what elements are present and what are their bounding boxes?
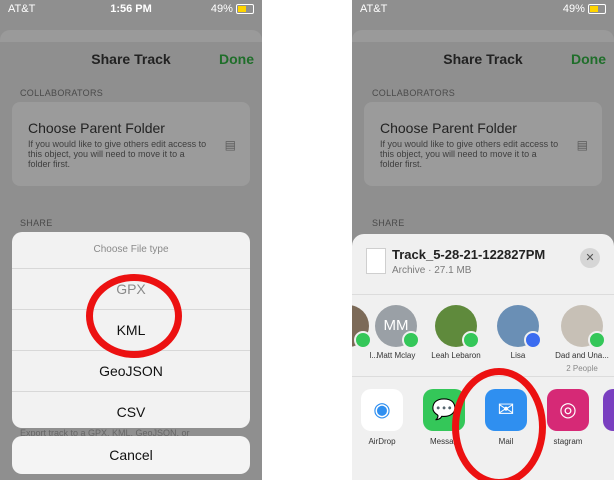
phone-right: AT&T 49% Share Track Done COLLABORATORS … xyxy=(352,0,614,480)
phone-left: AT&T 1:56 PM 49% Share Track Done COLLAB… xyxy=(0,0,262,480)
avatar-initials: MM xyxy=(383,317,409,334)
file-icon xyxy=(366,248,386,274)
person-contact[interactable]: MM Matt Mclay xyxy=(366,305,426,360)
file-subtitle: Archive · 27.1 MB xyxy=(392,265,472,276)
done-button[interactable]: Done xyxy=(571,51,606,67)
sheet-handle xyxy=(0,30,262,42)
nav-bar: Share Track Done xyxy=(352,42,614,78)
app-instagram[interactable]: ◎ stagram xyxy=(542,389,594,446)
avatar xyxy=(497,305,542,349)
app-label: O xyxy=(598,437,614,446)
file-name: Track_5-28-21-122827PM xyxy=(392,247,546,262)
people-row: l... MM Matt Mclay Leah Lebaron Lisa Dad… xyxy=(352,294,614,377)
avatar xyxy=(561,305,606,349)
person-subtitle: 2 People xyxy=(566,364,598,373)
app-icon xyxy=(603,389,614,431)
battery-indicator: 49% xyxy=(563,3,606,15)
choose-parent-folder-heading: Choose Parent Folder xyxy=(28,120,165,136)
person-name: Lisa xyxy=(510,351,526,360)
status-bar: AT&T 1:56 PM 49% xyxy=(0,0,262,20)
cancel-button[interactable]: Cancel xyxy=(12,436,250,474)
app-other[interactable]: O xyxy=(598,389,614,446)
battery-percent: 49% xyxy=(562,3,585,15)
highlight-ring xyxy=(86,274,182,358)
app-label: stagram xyxy=(553,437,583,446)
folder-icon: ▤ xyxy=(224,138,236,152)
sheet-handle xyxy=(352,30,614,42)
nav-bar: Share Track Done xyxy=(0,42,262,78)
person-name: Matt Mclay xyxy=(376,351,416,360)
choose-parent-folder-heading: Choose Parent Folder xyxy=(380,120,517,136)
done-button[interactable]: Done xyxy=(219,51,254,67)
battery-percent: 49% xyxy=(210,3,233,15)
battery-icon xyxy=(588,4,606,15)
status-bar: AT&T 49% xyxy=(352,0,614,20)
option-csv[interactable]: CSV xyxy=(12,392,250,428)
folder-icon: ▤ xyxy=(576,138,588,152)
person-name: Leah Lebaron xyxy=(431,351,481,360)
choose-parent-folder-card[interactable]: Choose Parent Folder If you would like t… xyxy=(12,102,250,186)
picker-header: Choose File type xyxy=(12,232,250,269)
battery-indicator: 49% xyxy=(211,3,254,15)
person-name: Dad and Una... xyxy=(555,351,609,360)
share-section-label: SHARE xyxy=(372,218,405,228)
collaborators-section-label: COLLABORATORS xyxy=(20,88,104,98)
app-airdrop[interactable]: ◉ AirDrop xyxy=(356,389,408,446)
airdrop-icon: ◉ xyxy=(361,389,403,431)
battery-icon xyxy=(236,4,254,15)
choose-parent-folder-card[interactable]: Choose Parent Folder If you would like t… xyxy=(364,102,602,186)
app-label: AirDrop xyxy=(368,437,396,446)
instagram-icon: ◎ xyxy=(547,389,589,431)
close-button[interactable]: ✕ xyxy=(580,248,600,268)
highlight-ring xyxy=(452,368,546,480)
person-contact[interactable]: Leah Lebaron xyxy=(426,305,486,360)
avatar: MM xyxy=(375,305,420,349)
choose-parent-folder-description: If you would like to give others edit ac… xyxy=(28,139,207,169)
choose-parent-folder-description: If you would like to give others edit ac… xyxy=(380,139,559,169)
person-contact[interactable]: Dad and Una... 2 People xyxy=(552,305,612,373)
avatar xyxy=(435,305,480,349)
person-contact[interactable]: Lisa xyxy=(488,305,548,360)
carrier-label: AT&T xyxy=(360,3,388,15)
collaborators-section-label: COLLABORATORS xyxy=(372,88,456,98)
share-section-label: SHARE xyxy=(20,218,53,228)
